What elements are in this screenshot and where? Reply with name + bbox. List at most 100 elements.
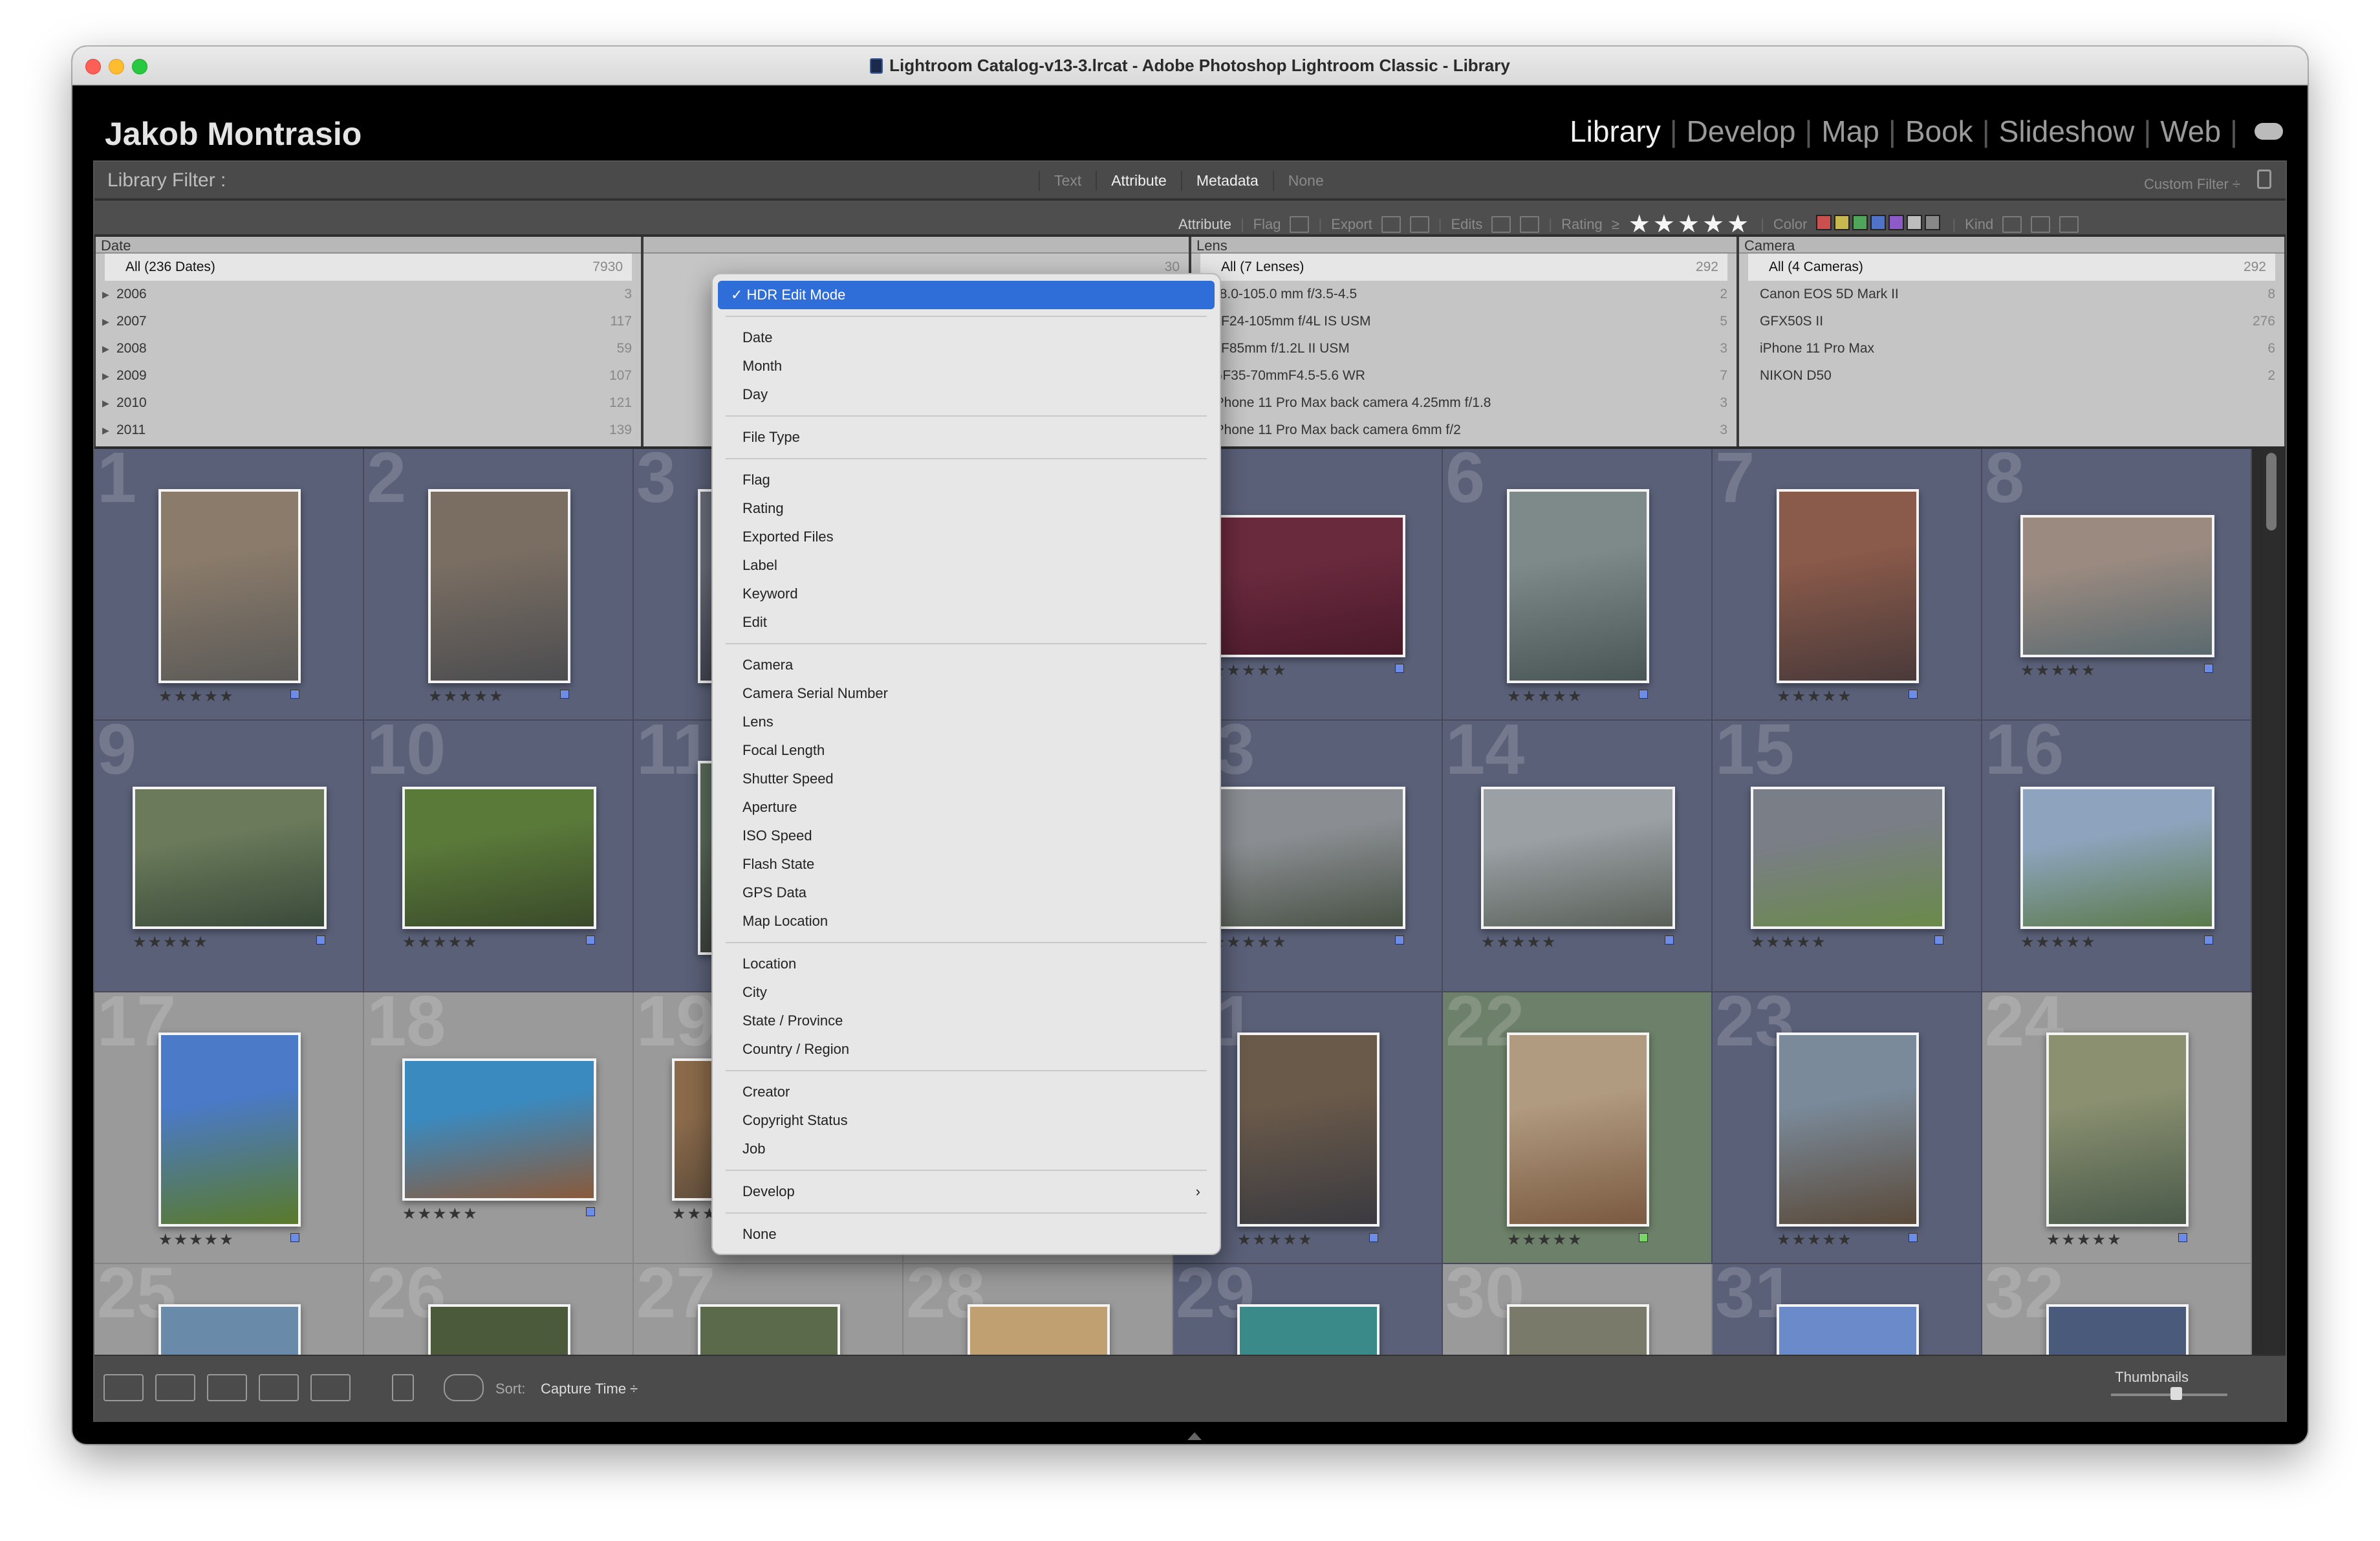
disclosure-triangle-icon[interactable]: ▶ [102, 371, 109, 382]
star-rating[interactable]: ★★★★★ [1777, 687, 1853, 706]
color-swatch[interactable] [1888, 214, 1905, 230]
photo-thumbnail[interactable] [158, 1033, 301, 1227]
date-row[interactable]: ▶ 2011 139 [96, 417, 641, 444]
disclosure-triangle-icon[interactable]: ▶ [102, 425, 109, 436]
sort-direction-icon[interactable] [444, 1374, 484, 1401]
star-rating[interactable]: ★★★★★ [402, 933, 479, 952]
export-filter-icon-2[interactable] [1409, 215, 1429, 233]
thumbnail-cell[interactable]: 6 ★★★★★ [1443, 449, 1713, 721]
menu-item-none[interactable]: None [718, 1220, 1215, 1249]
filter-tab-text[interactable]: Text [1039, 171, 1096, 191]
thumbnail-cell[interactable]: 2 ★★★★★ [364, 449, 634, 721]
menu-item-focal-length[interactable]: Focal Length [718, 736, 1215, 765]
thumbnail-cell[interactable]: 22 ★★★★★ [1443, 992, 1713, 1264]
photo-thumbnail[interactable] [1481, 787, 1675, 929]
disclosure-triangle-icon[interactable]: ▶ [102, 344, 109, 355]
photo-thumbnail[interactable] [2046, 1033, 2189, 1227]
disclosure-triangle-icon[interactable]: ▶ [102, 289, 109, 300]
thumbnail-cell[interactable]: 15 ★★★★★ [1713, 721, 1982, 992]
camera-row[interactable]: NIKON D50 2 [1739, 362, 2284, 389]
date-row[interactable]: ▶ 2007 117 [96, 308, 641, 335]
star-rating[interactable]: ★★★★★ [1211, 661, 1288, 680]
star-rating[interactable]: ★★★★★ [402, 1205, 479, 1223]
photo-thumbnail[interactable] [1237, 1304, 1379, 1356]
star-rating[interactable]: ★★★★★ [2046, 1230, 2123, 1249]
thumbnail-size-slider-knob[interactable] [2170, 1387, 2182, 1400]
people-view-icon[interactable] [310, 1374, 351, 1401]
photo-thumbnail[interactable] [1237, 1033, 1379, 1227]
export-filter-icon[interactable] [1381, 215, 1401, 233]
star-rating[interactable]: ★★★★★ [2020, 661, 2097, 680]
color-swatch[interactable] [1907, 214, 1923, 230]
star-rating[interactable]: ★★★★★ [428, 687, 504, 706]
edits-filter-icon-2[interactable] [1520, 215, 1540, 233]
loupe-view-icon[interactable] [155, 1374, 195, 1401]
thumbnail-cell[interactable]: 9 ★★★★★ [94, 721, 364, 992]
thumbnail-cell[interactable]: 16 ★★★★★ [1982, 721, 2252, 992]
star-rating[interactable]: ★★★★★ [1751, 933, 1827, 952]
lock-icon[interactable] [2257, 169, 2271, 189]
lens-row[interactable]: GF35-70mmF4.5-5.6 WR 7 [1191, 362, 1736, 389]
star-rating[interactable]: ★★★★★ [1507, 687, 1583, 706]
menu-item-lens[interactable]: Lens [718, 708, 1215, 736]
thumbnail-cell[interactable]: 14 ★★★★★ [1443, 721, 1713, 992]
lens-row[interactable]: iPhone 11 Pro Max back camera 4.25mm f/1… [1191, 389, 1736, 417]
camera-row[interactable]: iPhone 11 Pro Max 6 [1739, 335, 2284, 362]
photo-thumbnail[interactable] [1507, 489, 1649, 683]
rating-operator[interactable]: ≥ [1612, 216, 1619, 233]
photo-thumbnail[interactable] [2046, 1304, 2189, 1356]
menu-item-day[interactable]: Day [718, 380, 1215, 409]
lens-row[interactable]: 28.0-105.0 mm f/3.5-4.5 2 [1191, 281, 1736, 308]
hidden-column-header[interactable] [644, 237, 1189, 254]
disclosure-triangle-icon[interactable]: ▶ [102, 398, 109, 409]
photo-thumbnail[interactable] [2020, 787, 2214, 929]
menu-item-state-province[interactable]: State / Province [718, 1007, 1215, 1035]
star-rating[interactable]: ★★★★★ [1777, 1230, 1853, 1249]
camera-row[interactable]: All (4 Cameras) 292 [1748, 254, 2275, 281]
thumbnail-cell[interactable]: 10 ★★★★★ [364, 721, 634, 992]
menu-item-file-type[interactable]: File Type [718, 423, 1215, 452]
kind-master-icon[interactable] [2002, 215, 2022, 233]
custom-filter-dropdown[interactable]: Custom Filter ÷ [2144, 176, 2240, 193]
thumbnail-cell[interactable]: 29 [1173, 1264, 1443, 1356]
photo-thumbnail[interactable] [1211, 515, 1405, 657]
lens-row[interactable]: All (7 Lenses) 292 [1200, 254, 1727, 281]
star-rating[interactable]: ★★★★★ [158, 687, 235, 706]
color-swatch[interactable] [1816, 214, 1832, 230]
menu-item-label[interactable]: Label [718, 551, 1215, 580]
menu-item-flag[interactable]: Flag [718, 466, 1215, 494]
thumbnail-cell[interactable]: 32 [1982, 1264, 2252, 1356]
menu-item-keyword[interactable]: Keyword [718, 580, 1215, 608]
date-row[interactable]: ▶ 2008 59 [96, 335, 641, 362]
star-rating[interactable]: ★★★★★ [1237, 1230, 1314, 1249]
thumbnail-cell[interactable]: 25 [94, 1264, 364, 1356]
grid-scrollbar[interactable] [2262, 449, 2280, 1356]
flag-filter-icon[interactable] [1290, 215, 1310, 233]
menu-item-edit[interactable]: Edit [718, 608, 1215, 637]
module-map[interactable]: Map [1815, 114, 1885, 149]
color-swatch[interactable] [1852, 214, 1868, 230]
menu-item-hdr-edit-mode[interactable]: ✓ HDR Edit Mode [718, 281, 1215, 309]
thumbnail-cell[interactable]: 28 [903, 1264, 1173, 1356]
menu-item-iso-speed[interactable]: ISO Speed [718, 822, 1215, 850]
module-slideshow[interactable]: Slideshow [1993, 114, 2141, 149]
star-rating[interactable]: ★★★★★ [1507, 1230, 1583, 1249]
kind-video-icon[interactable] [2059, 215, 2079, 233]
module-develop[interactable]: Develop [1680, 114, 1802, 149]
filter-tab-metadata[interactable]: Metadata [1180, 171, 1273, 191]
thumbnail-cell[interactable]: 18 ★★★★★ [364, 992, 634, 1264]
star-rating[interactable]: ★★★★★ [1481, 933, 1557, 952]
sort-dropdown[interactable]: Capture Time ÷ [541, 1381, 638, 1397]
date-column-header[interactable]: Date [96, 237, 641, 254]
lens-row[interactable]: iPhone 11 Pro Max back camera 6mm f/2 3 [1191, 417, 1736, 444]
photo-thumbnail[interactable] [1507, 1033, 1649, 1227]
photo-thumbnail[interactable] [402, 1058, 596, 1201]
thumbnail-cell[interactable]: 8 ★★★★★ [1982, 449, 2252, 721]
thumbnail-cell[interactable]: 26 [364, 1264, 634, 1356]
bottom-panel-toggle-icon[interactable] [1187, 1432, 1202, 1440]
menu-item-gps-data[interactable]: GPS Data [718, 879, 1215, 907]
star-rating[interactable]: ★★★★★ [2020, 933, 2097, 952]
photo-thumbnail[interactable] [1211, 787, 1405, 929]
menu-item-shutter-speed[interactable]: Shutter Speed [718, 765, 1215, 793]
thumbnail-cell[interactable]: 27 [634, 1264, 903, 1356]
